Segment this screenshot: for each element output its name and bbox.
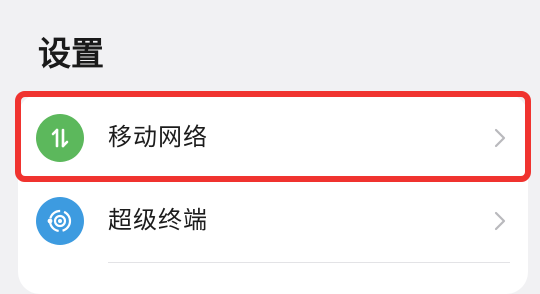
settings-item-super-device[interactable]: 超级终端 <box>18 180 528 262</box>
chevron-right-icon <box>494 211 506 231</box>
super-device-icon <box>36 197 84 245</box>
page-title: 设置 <box>38 34 104 73</box>
highlight-box <box>15 91 531 182</box>
row-divider <box>108 262 510 263</box>
settings-item-label: 超级终端 <box>108 206 208 234</box>
